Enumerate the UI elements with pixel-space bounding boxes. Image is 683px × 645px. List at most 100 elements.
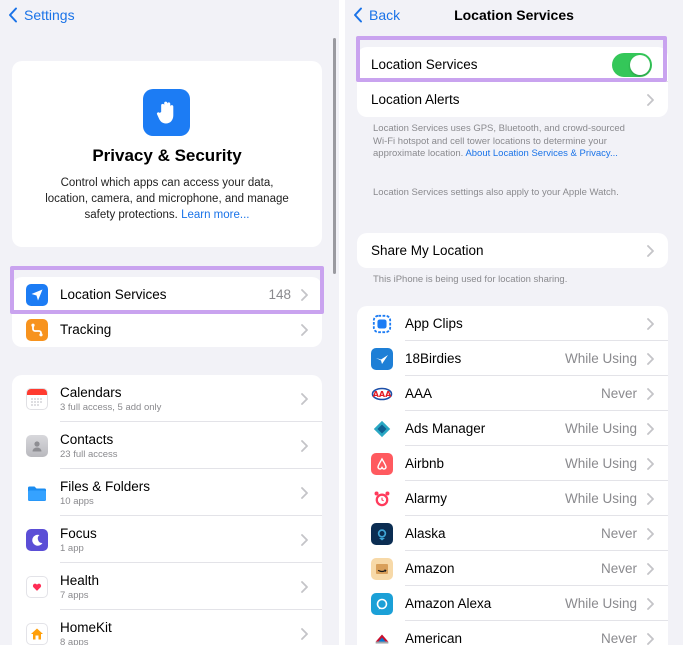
app-name: App Clips [405, 316, 463, 331]
item-subtitle: 8 apps [60, 636, 89, 645]
location-services-row[interactable]: Location Services 148 [12, 277, 322, 312]
learn-more-link[interactable]: Learn more... [181, 209, 249, 221]
item-subtitle: 1 app [60, 542, 84, 554]
ads-manager-icon [371, 417, 393, 440]
share-my-location-label: Share My Location [371, 243, 484, 258]
share-location-note: This iPhone is being used for location s… [373, 274, 568, 285]
app-name: 18Birdies [405, 351, 462, 366]
chevron-right-icon [647, 317, 654, 330]
list-item-calendars[interactable]: Calendars 3 full access, 5 add only [12, 375, 322, 422]
aaa-logo-icon: AAA [371, 382, 393, 405]
app-row-alarmy[interactable]: Alarmy While Using [357, 481, 668, 516]
moon-icon [26, 528, 48, 551]
location-alerts-label: Location Alerts [371, 92, 460, 107]
toggle-knob [630, 54, 650, 75]
chevron-right-icon [647, 387, 654, 400]
app-location-status: Never [600, 631, 637, 645]
list-item-files-folders[interactable]: Files & Folders 10 apps [12, 469, 322, 516]
app-row-aaa[interactable]: AAA AAA Never [357, 376, 668, 411]
location-arrow-icon [26, 283, 48, 306]
location-services-note: Location Services uses GPS, Bluetooth, a… [373, 123, 625, 159]
app-row-alaska[interactable]: Alaska Never [357, 516, 668, 551]
calendar-icon [26, 387, 48, 410]
alarm-clock-icon [371, 487, 393, 510]
chevron-right-icon [647, 244, 654, 257]
privacy-header-card: Privacy & Security Control which apps ca… [12, 61, 322, 247]
chevron-right-icon [647, 93, 654, 106]
app-name: Ads Manager [405, 421, 486, 436]
privacy-security-pane: Settings Privacy & Security Control whic… [0, 0, 339, 645]
location-tracking-group: Location Services 148 Tracking [12, 277, 322, 347]
chevron-right-icon [647, 422, 654, 435]
item-subtitle: 7 apps [60, 589, 89, 601]
back-label: Settings [24, 7, 75, 23]
share-location-group: Share My Location [357, 233, 668, 268]
app-row-18birdies[interactable]: 18Birdies While Using [357, 341, 668, 376]
app-row-american[interactable]: American Never [357, 621, 668, 645]
app-row-amazon-alexa[interactable]: Amazon Alexa While Using [357, 586, 668, 621]
chevron-right-icon [301, 580, 308, 593]
item-label: HomeKit [60, 619, 112, 635]
chevron-right-icon [301, 533, 308, 546]
chevron-left-icon [9, 7, 17, 23]
chevron-right-icon [647, 527, 654, 540]
app-name: Amazon Alexa [405, 596, 492, 611]
share-my-location-row[interactable]: Share My Location [357, 233, 668, 268]
chevron-right-icon [301, 486, 308, 499]
chevron-right-icon [301, 323, 308, 336]
item-label: Calendars [60, 384, 122, 400]
home-icon [26, 622, 48, 645]
app-location-status: While Using [564, 456, 637, 471]
chevron-right-icon [301, 392, 308, 405]
app-location-status: While Using [564, 421, 637, 436]
chevron-right-icon [301, 627, 308, 640]
amazon-box-icon [371, 557, 393, 580]
about-location-privacy-link[interactable]: About Location Services & Privacy... [465, 148, 617, 159]
alaska-airlines-icon [371, 522, 393, 545]
item-label: Files & Folders [60, 478, 151, 494]
app-name: AAA [405, 386, 433, 401]
location-alerts-row[interactable]: Location Alerts [357, 82, 668, 117]
location-services-count: 148 [268, 287, 291, 302]
item-label: Health [60, 572, 100, 588]
privacy-description: Control which apps can access your data,… [45, 177, 289, 221]
chevron-right-icon [647, 492, 654, 505]
chevron-right-icon [647, 457, 654, 470]
list-item-homekit[interactable]: HomeKit 8 apps [12, 610, 322, 645]
item-label: Focus [60, 525, 97, 541]
page-title: Location Services [454, 7, 574, 23]
app-location-list: App Clips 18Birdies While Using AAA AAA … [357, 306, 668, 645]
item-subtitle: 23 full access [60, 448, 118, 460]
app-location-status: While Using [564, 596, 637, 611]
folder-icon [26, 482, 48, 504]
app-name: Alaska [405, 526, 446, 541]
list-item-focus[interactable]: Focus 1 app [12, 516, 322, 563]
contacts-icon [26, 434, 48, 457]
apple-watch-note: Location Services settings also apply to… [373, 187, 619, 198]
bird-icon [371, 347, 393, 370]
alexa-icon [371, 592, 393, 615]
item-subtitle: 10 apps [60, 495, 94, 507]
app-location-status: While Using [564, 351, 637, 366]
item-label: Contacts [60, 431, 114, 447]
app-name: Airbnb [405, 456, 445, 471]
list-item-contacts[interactable]: Contacts 23 full access [12, 422, 322, 469]
permissions-list: Calendars 3 full access, 5 add only Conta… [12, 375, 322, 645]
american-airlines-icon [371, 627, 393, 645]
tracking-row[interactable]: Tracking [12, 312, 322, 347]
app-row-amazon[interactable]: Amazon Never [357, 551, 668, 586]
location-services-toggle[interactable] [612, 52, 652, 77]
chevron-right-icon [301, 439, 308, 452]
app-row-airbnb[interactable]: Airbnb While Using [357, 446, 668, 481]
back-to-settings-button[interactable]: Settings [8, 7, 75, 23]
chevron-right-icon [647, 562, 654, 575]
list-item-health[interactable]: Health 7 apps [12, 563, 322, 610]
page-title: Privacy & Security [92, 146, 242, 165]
app-row-app-clips[interactable]: App Clips [357, 306, 668, 341]
chevron-right-icon [647, 632, 654, 645]
heart-icon [26, 575, 48, 598]
app-location-status: Never [600, 386, 637, 401]
app-row-ads-manager[interactable]: Ads Manager While Using [357, 411, 668, 446]
app-location-status: Never [600, 561, 637, 576]
scrollbar[interactable] [333, 38, 336, 274]
